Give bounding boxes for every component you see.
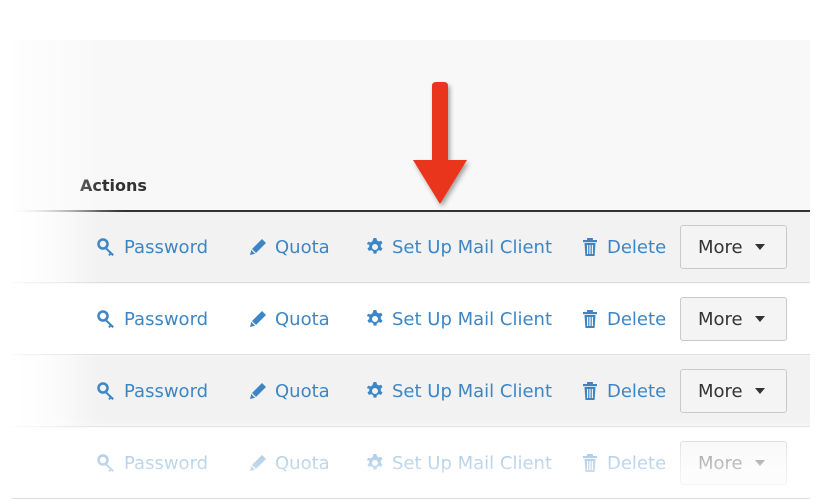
password-link[interactable]: Password <box>96 306 208 332</box>
quota-link[interactable]: Quota <box>247 378 330 404</box>
delete-label: Delete <box>607 380 667 402</box>
set-up-mail-client-label: Set Up Mail Client <box>392 452 552 474</box>
red-arrow-down-annotation <box>413 82 467 204</box>
caret-down-icon <box>754 460 765 466</box>
caret-down-icon <box>754 388 765 394</box>
gear-icon <box>364 452 386 474</box>
table-row: Password Quota Set Up Mail Client Delete… <box>12 428 810 499</box>
quota-link[interactable]: Quota <box>247 450 330 476</box>
key-icon <box>96 452 118 474</box>
quota-label: Quota <box>275 452 330 474</box>
password-label: Password <box>124 236 209 258</box>
quota-label: Quota <box>275 236 330 258</box>
more-label: More <box>698 452 743 474</box>
quota-link[interactable]: Quota <box>247 306 330 332</box>
caret-down-icon <box>754 244 765 250</box>
delete-link[interactable]: Delete <box>579 378 666 404</box>
pencil-icon <box>247 308 269 330</box>
delete-link[interactable]: Delete <box>579 450 666 476</box>
password-label: Password <box>124 308 209 330</box>
more-label: More <box>698 236 743 258</box>
password-link[interactable]: Password <box>96 234 208 260</box>
delete-link[interactable]: Delete <box>579 306 666 332</box>
password-link[interactable]: Password <box>96 450 208 476</box>
caret-down-icon <box>754 316 765 322</box>
quota-link[interactable]: Quota <box>247 234 330 260</box>
trash-icon <box>579 308 601 330</box>
more-label: More <box>698 380 743 402</box>
more-dropdown-button[interactable]: More <box>680 369 787 413</box>
password-link[interactable]: Password <box>96 378 208 404</box>
trash-icon <box>579 380 601 402</box>
more-label: More <box>698 308 743 330</box>
trash-icon <box>579 236 601 258</box>
password-label: Password <box>124 380 209 402</box>
set-up-mail-client-label: Set Up Mail Client <box>392 380 552 402</box>
more-dropdown-button[interactable]: More <box>680 441 787 485</box>
gear-icon <box>364 236 386 258</box>
quota-label: Quota <box>275 308 330 330</box>
table-row: Password Quota Set Up Mail Client Delete… <box>12 284 810 355</box>
delete-label: Delete <box>607 236 667 258</box>
gear-icon <box>364 308 386 330</box>
set-up-mail-client-link[interactable]: Set Up Mail Client <box>364 378 552 404</box>
gear-icon <box>364 380 386 402</box>
table-row: Password Quota Set Up Mail Client Delete… <box>12 356 810 427</box>
key-icon <box>96 308 118 330</box>
quota-label: Quota <box>275 380 330 402</box>
table-row: Password Quota Set Up Mail Client Delete… <box>12 212 810 283</box>
delete-label: Delete <box>607 452 667 474</box>
set-up-mail-client-link[interactable]: Set Up Mail Client <box>364 306 552 332</box>
pencil-icon <box>247 236 269 258</box>
set-up-mail-client-link[interactable]: Set Up Mail Client <box>364 450 552 476</box>
set-up-mail-client-label: Set Up Mail Client <box>392 236 552 258</box>
pencil-icon <box>247 452 269 474</box>
key-icon <box>96 380 118 402</box>
delete-link[interactable]: Delete <box>579 234 666 260</box>
key-icon <box>96 236 118 258</box>
pencil-icon <box>247 380 269 402</box>
email-accounts-actions-view: Actions Password Quota Set Up Mail Clien… <box>0 0 820 499</box>
more-dropdown-button[interactable]: More <box>680 225 787 269</box>
trash-icon <box>579 452 601 474</box>
set-up-mail-client-link[interactable]: Set Up Mail Client <box>364 234 552 260</box>
password-label: Password <box>124 452 209 474</box>
more-dropdown-button[interactable]: More <box>680 297 787 341</box>
actions-column-heading: Actions <box>80 176 147 195</box>
delete-label: Delete <box>607 308 667 330</box>
set-up-mail-client-label: Set Up Mail Client <box>392 308 552 330</box>
